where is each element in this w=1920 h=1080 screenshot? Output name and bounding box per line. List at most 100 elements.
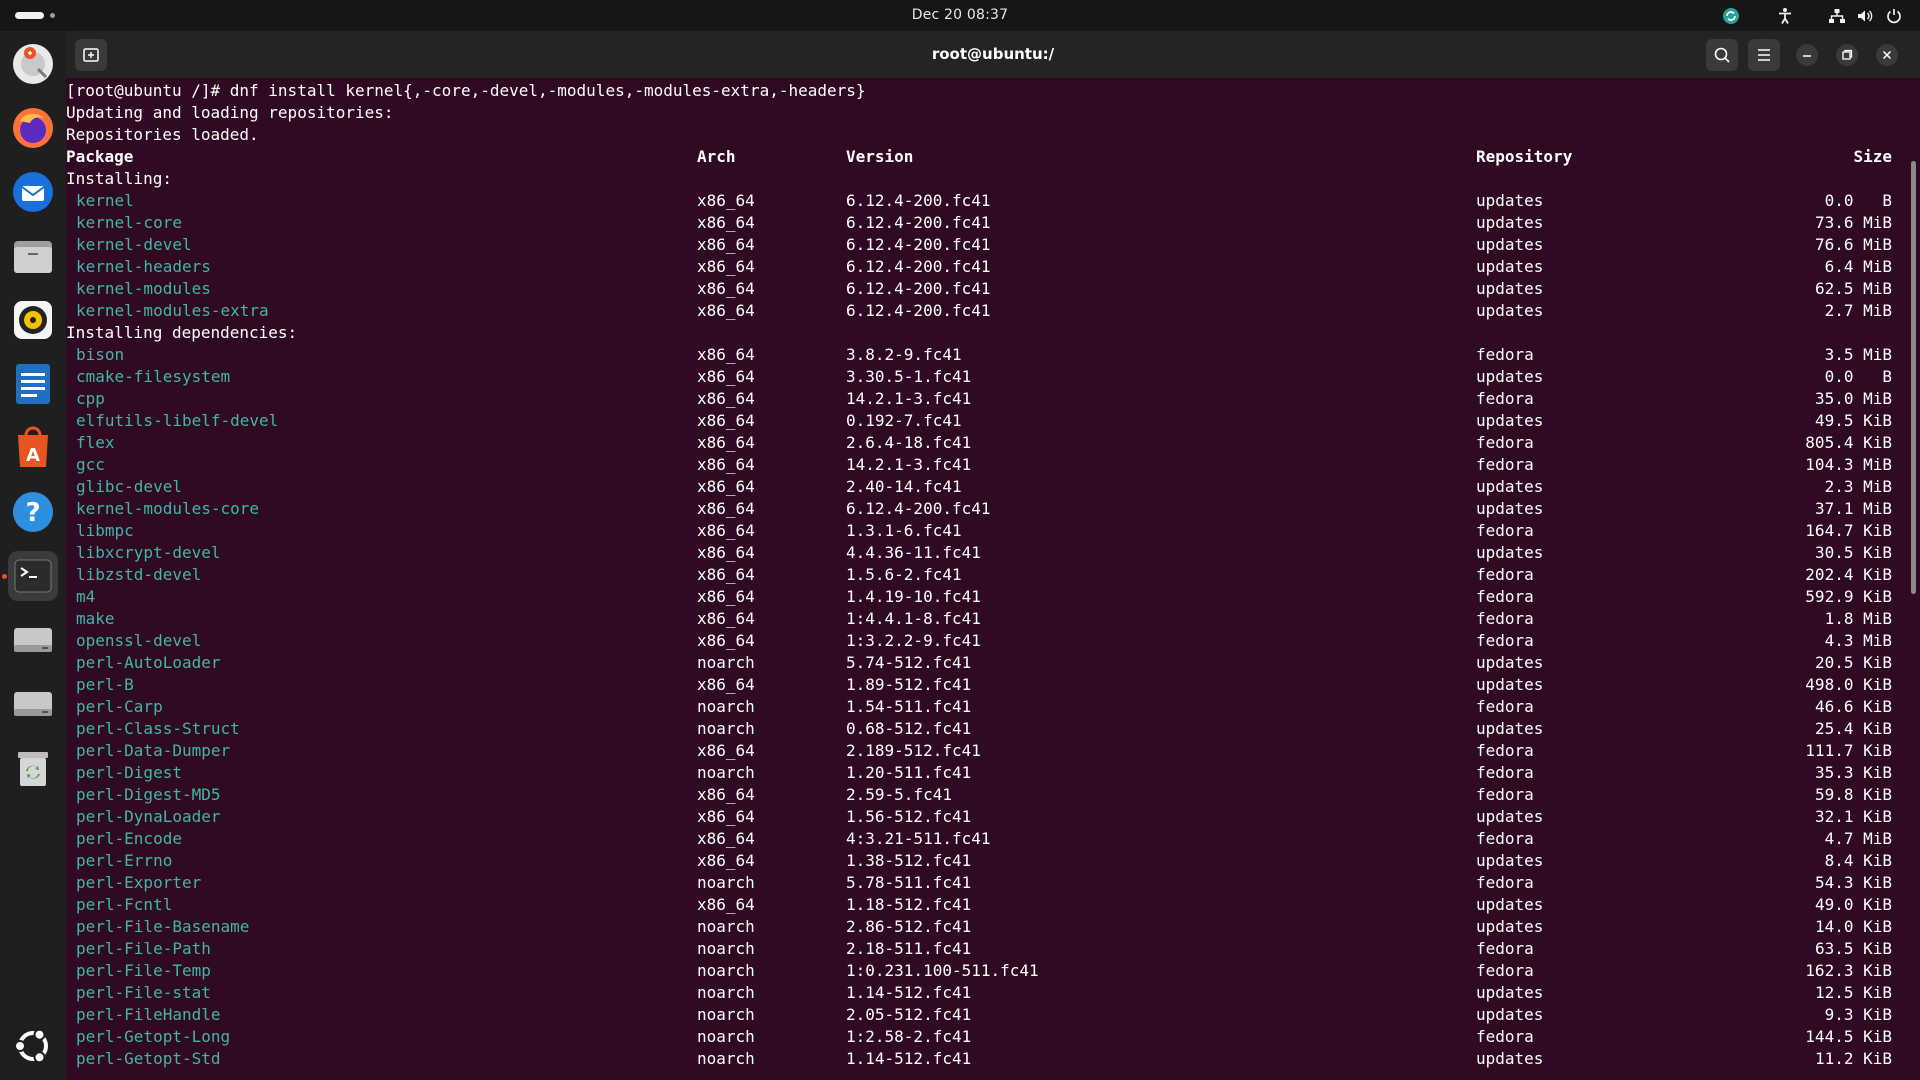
terminal-output[interactable]: [root@ubuntu /]# dnf install kernel{,-co… xyxy=(66,78,1920,1080)
version-cell: 1.54-511.fc41 xyxy=(846,697,972,716)
size-cell: 37.1 MiB xyxy=(1814,499,1892,518)
package-name: perl-Data-Dumper xyxy=(76,741,231,760)
accessibility-icon[interactable] xyxy=(1777,7,1793,25)
arch-cell: x86_64 xyxy=(697,235,755,254)
arch-cell: x86_64 xyxy=(697,741,755,760)
maximize-button[interactable] xyxy=(1836,44,1858,66)
package-name: perl-File-Temp xyxy=(76,961,211,980)
version-cell: 1.4.19-10.fc41 xyxy=(846,587,981,606)
minimize-button[interactable] xyxy=(1796,44,1818,66)
package-name: kernel-modules-core xyxy=(76,499,260,518)
arch-cell: x86_64 xyxy=(697,367,755,386)
ubuntu-logo-icon xyxy=(14,1028,48,1064)
version-cell: 6.12.4-200.fc41 xyxy=(846,213,991,232)
version-cell: 1:4.4.1-8.fc41 xyxy=(846,609,981,628)
package-name: cpp xyxy=(76,389,105,408)
dock-item-drive-1[interactable] xyxy=(8,615,58,665)
column-header-package: Package xyxy=(66,147,134,166)
dock-item-trash[interactable] xyxy=(8,743,58,793)
show-apps-button[interactable] xyxy=(8,1021,58,1071)
package-name: kernel-devel xyxy=(76,235,192,254)
update-notifier-icon[interactable] xyxy=(1722,7,1740,25)
version-cell: 6.12.4-200.fc41 xyxy=(846,191,991,210)
version-cell: 14.2.1-3.fc41 xyxy=(846,389,972,408)
dock-item-writer[interactable] xyxy=(8,359,58,409)
version-cell: 0.68-512.fc41 xyxy=(846,719,972,738)
dock-item-thunderbird[interactable] xyxy=(8,167,58,217)
size-cell: 498.0 KiB xyxy=(1805,675,1892,694)
arch-cell: noarch xyxy=(697,1027,755,1046)
size-cell: 162.3 KiB xyxy=(1805,961,1892,980)
arch-cell: x86_64 xyxy=(697,565,755,584)
package-name: perl-FileHandle xyxy=(76,1005,221,1024)
package-name: perl-B xyxy=(76,675,134,694)
header-bar[interactable]: root@ubuntu:/ xyxy=(66,31,1920,78)
repository-cell: updates xyxy=(1476,1049,1544,1068)
section-heading: Installing: xyxy=(66,168,1906,190)
dock-item-app-center[interactable]: A xyxy=(8,423,58,473)
restore-icon xyxy=(1842,49,1853,60)
size-cell: 20.5 KiB xyxy=(1814,653,1892,672)
version-cell: 2.05-512.fc41 xyxy=(846,1005,972,1024)
version-cell: 5.74-512.fc41 xyxy=(846,653,972,672)
table-row: perl-File-stat noarch 1.14-512.fc41 updates… xyxy=(66,982,1906,1004)
size-cell: 73.6 MiB xyxy=(1814,213,1892,232)
repository-cell: updates xyxy=(1476,235,1544,254)
size-cell: 4.7 MiB xyxy=(1824,829,1892,848)
dock-item-files[interactable] xyxy=(8,231,58,281)
package-name: libmpc xyxy=(76,521,134,540)
dock-item-help[interactable]: ? xyxy=(8,487,58,537)
running-indicator xyxy=(2,574,7,579)
dock-item-terminal[interactable] xyxy=(8,551,58,601)
repository-cell: updates xyxy=(1476,917,1544,936)
size-cell: 59.8 KiB xyxy=(1814,785,1892,804)
version-cell: 0.192-7.fc41 xyxy=(846,411,962,430)
arch-cell: x86_64 xyxy=(697,543,755,562)
table-row: kernel-modules-extra x86_64 6.12.4-200.fc4… xyxy=(66,300,1906,322)
repository-cell: updates xyxy=(1476,279,1544,298)
search-button[interactable] xyxy=(1706,39,1738,71)
trash-icon xyxy=(18,752,48,786)
repository-cell: updates xyxy=(1476,719,1544,738)
arch-cell: x86_64 xyxy=(697,587,755,606)
menu-button[interactable] xyxy=(1748,39,1780,71)
table-row: perl-Errno x86_64 1.38-512.fc41 updates 8.4 … xyxy=(66,850,1906,872)
version-cell: 6.12.4-200.fc41 xyxy=(846,257,991,276)
folder-icon xyxy=(14,241,52,273)
size-cell: 111.7 KiB xyxy=(1805,741,1892,760)
dock-item-drive-2[interactable] xyxy=(8,679,58,729)
package-name: libxcrypt-devel xyxy=(76,543,221,562)
dock-item-firefox[interactable] xyxy=(8,103,58,153)
arch-cell: x86_64 xyxy=(697,257,755,276)
clock-label[interactable]: Dec 20 08:37 xyxy=(912,7,1009,23)
arch-cell: noarch xyxy=(697,697,755,716)
table-row: glibc-devel x86_64 2.40-14.fc41 updates 2.3 … xyxy=(66,476,1906,498)
version-cell: 3.8.2-9.fc41 xyxy=(846,345,962,364)
table-row: libzstd-devel x86_64 1.5.6-2.fc41 fedora 202… xyxy=(66,564,1906,586)
close-button[interactable] xyxy=(1876,44,1898,66)
table-row: perl-Getopt-Long noarch 1:2.58-2.fc41 fedor… xyxy=(66,1026,1906,1048)
size-cell: 11.2 KiB xyxy=(1814,1049,1892,1068)
status-text: Updating and loading repositories: xyxy=(66,103,394,122)
package-name: flex xyxy=(76,433,115,452)
network-icon[interactable] xyxy=(1828,7,1846,25)
repository-cell: fedora xyxy=(1476,829,1534,848)
version-cell: 1.18-512.fc41 xyxy=(846,895,972,914)
version-cell: 1.20-511.fc41 xyxy=(846,763,972,782)
size-cell: 6.4 MiB xyxy=(1824,257,1892,276)
scrollbar-thumb[interactable] xyxy=(1911,161,1916,594)
minimize-icon xyxy=(1803,55,1811,57)
top-bar: Dec 20 08:37 xyxy=(0,0,1920,31)
status-line: Repositories loaded. xyxy=(66,124,1906,146)
table-row: perl-File-Temp noarch 1:0.231.100-511.fc41… xyxy=(66,960,1906,982)
arch-cell: x86_64 xyxy=(697,631,755,650)
dock-item-help-app[interactable] xyxy=(8,39,58,89)
arch-cell: noarch xyxy=(697,939,755,958)
volume-icon[interactable] xyxy=(1856,7,1874,25)
repository-cell: fedora xyxy=(1476,763,1534,782)
table-row: cpp x86_64 14.2.1-3.fc41 fedora 35.0 MiB xyxy=(66,388,1906,410)
power-icon[interactable] xyxy=(1885,7,1903,25)
repository-cell: fedora xyxy=(1476,587,1534,606)
dock-item-rhythmbox[interactable] xyxy=(8,295,58,345)
size-cell: 12.5 KiB xyxy=(1814,983,1892,1002)
